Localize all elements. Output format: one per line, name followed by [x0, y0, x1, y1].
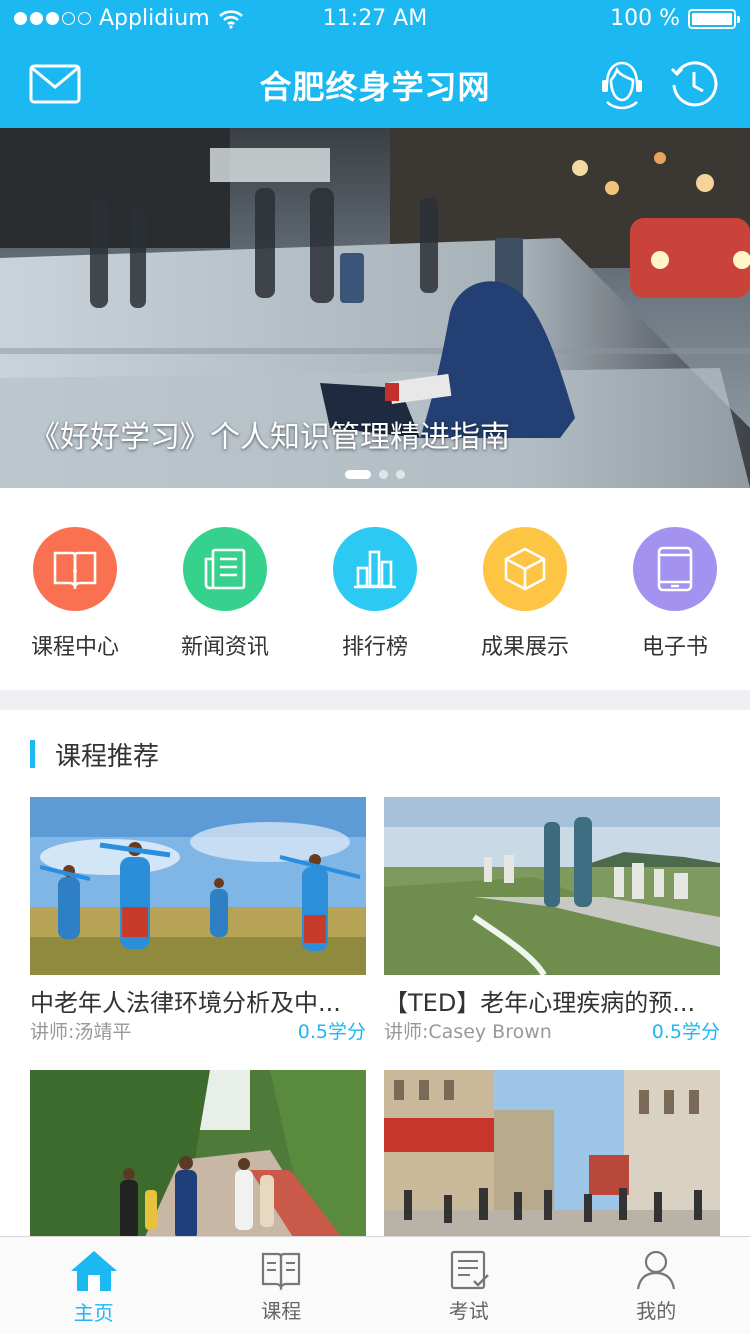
entry-course-center[interactable]: 课程中心	[0, 488, 150, 690]
pager-dot[interactable]	[396, 470, 405, 479]
course-thumbnail	[30, 797, 366, 975]
customer-service-button[interactable]	[594, 56, 650, 112]
entry-label: 排行榜	[341, 635, 408, 660]
user-icon	[637, 1250, 676, 1290]
tab-label: 考试	[448, 1299, 489, 1323]
tab-label: 课程	[261, 1299, 302, 1323]
entry-label: 成果展示	[480, 635, 569, 660]
entry-label: 课程中心	[30, 635, 119, 660]
tab-home[interactable]: 主页	[0, 1237, 188, 1334]
tab-label: 主页	[73, 1301, 114, 1325]
section-header: 课程推荐	[30, 738, 160, 772]
history-button[interactable]	[666, 56, 722, 112]
course-thumbnail	[384, 1070, 720, 1248]
tab-exam[interactable]: 考试	[375, 1237, 563, 1334]
exam-icon	[450, 1250, 489, 1290]
section-title: 课程推荐	[55, 741, 160, 772]
tab-courses[interactable]: 课程	[188, 1237, 376, 1334]
entry-label: 新闻资讯	[180, 635, 269, 660]
banner-caption: 《好好学习》个人知识管理精进指南	[30, 420, 510, 455]
battery-icon	[688, 8, 740, 29]
status-bar: Applidium 11:27 AM 100 %	[0, 0, 750, 40]
status-right: 100 %	[610, 6, 740, 31]
banner-pager	[0, 470, 750, 479]
bar-chart-icon	[333, 527, 417, 611]
top-bar: Applidium 11:27 AM 100 % 合肥终身学习网	[0, 0, 750, 128]
pager-dot[interactable]	[379, 470, 388, 479]
course-meta: 讲师:Casey Brown 0.5学分	[384, 1017, 720, 1044]
entry-label: 电子书	[641, 635, 708, 660]
course-teacher: 讲师:汤靖平	[30, 1021, 132, 1043]
tab-label: 我的	[636, 1299, 677, 1323]
battery-percent: 100 %	[610, 6, 680, 31]
home-icon	[70, 1251, 117, 1291]
course-card[interactable]: 中老年人法律环境分析及中... 讲师:汤靖平 0.5学分	[30, 797, 366, 1044]
news-icon	[183, 527, 267, 611]
pager-dot-active[interactable]	[345, 470, 371, 479]
course-credit: 0.5学分	[297, 1021, 366, 1043]
course-title: 中老年人法律环境分析及中...	[30, 989, 341, 1015]
entry-news[interactable]: 新闻资讯	[150, 488, 300, 690]
section-divider	[0, 690, 750, 710]
customer-service-icon	[602, 61, 642, 110]
open-book-icon	[262, 1252, 301, 1291]
cube-icon	[483, 527, 567, 611]
course-thumbnail	[30, 1070, 366, 1248]
banner-carousel[interactable]: 《好好学习》个人知识管理精进指南	[0, 128, 750, 488]
quick-entry-grid: 课程中心 新闻资讯 排行榜 成果展示 电子书	[0, 488, 750, 690]
course-card[interactable]: 【TED】老年心理疾病的预... 讲师:Casey Brown 0.5学分	[384, 797, 720, 1044]
entry-achievements[interactable]: 成果展示	[450, 488, 600, 690]
course-meta: 讲师:汤靖平 0.5学分	[30, 1017, 366, 1044]
course-teacher: 讲师:Casey Brown	[384, 1021, 552, 1043]
clock-icon	[670, 61, 718, 107]
tab-mine[interactable]: 我的	[563, 1237, 750, 1334]
nav-bar: 合肥终身学习网	[0, 40, 750, 128]
app-root: Applidium 11:27 AM 100 % 合肥终身学习网 《好好学习》个…	[0, 0, 750, 1334]
entry-ranking[interactable]: 排行榜	[300, 488, 450, 690]
course-thumbnail	[384, 797, 720, 975]
course-title: 【TED】老年心理疾病的预...	[384, 989, 696, 1015]
book-icon	[33, 527, 117, 611]
course-credit: 0.5学分	[651, 1021, 720, 1043]
entry-ebook[interactable]: 电子书	[600, 488, 750, 690]
section-accent-bar	[30, 740, 35, 768]
tablet-icon	[633, 527, 717, 611]
tab-bar: 主页 课程 考试 我的	[0, 1236, 750, 1334]
